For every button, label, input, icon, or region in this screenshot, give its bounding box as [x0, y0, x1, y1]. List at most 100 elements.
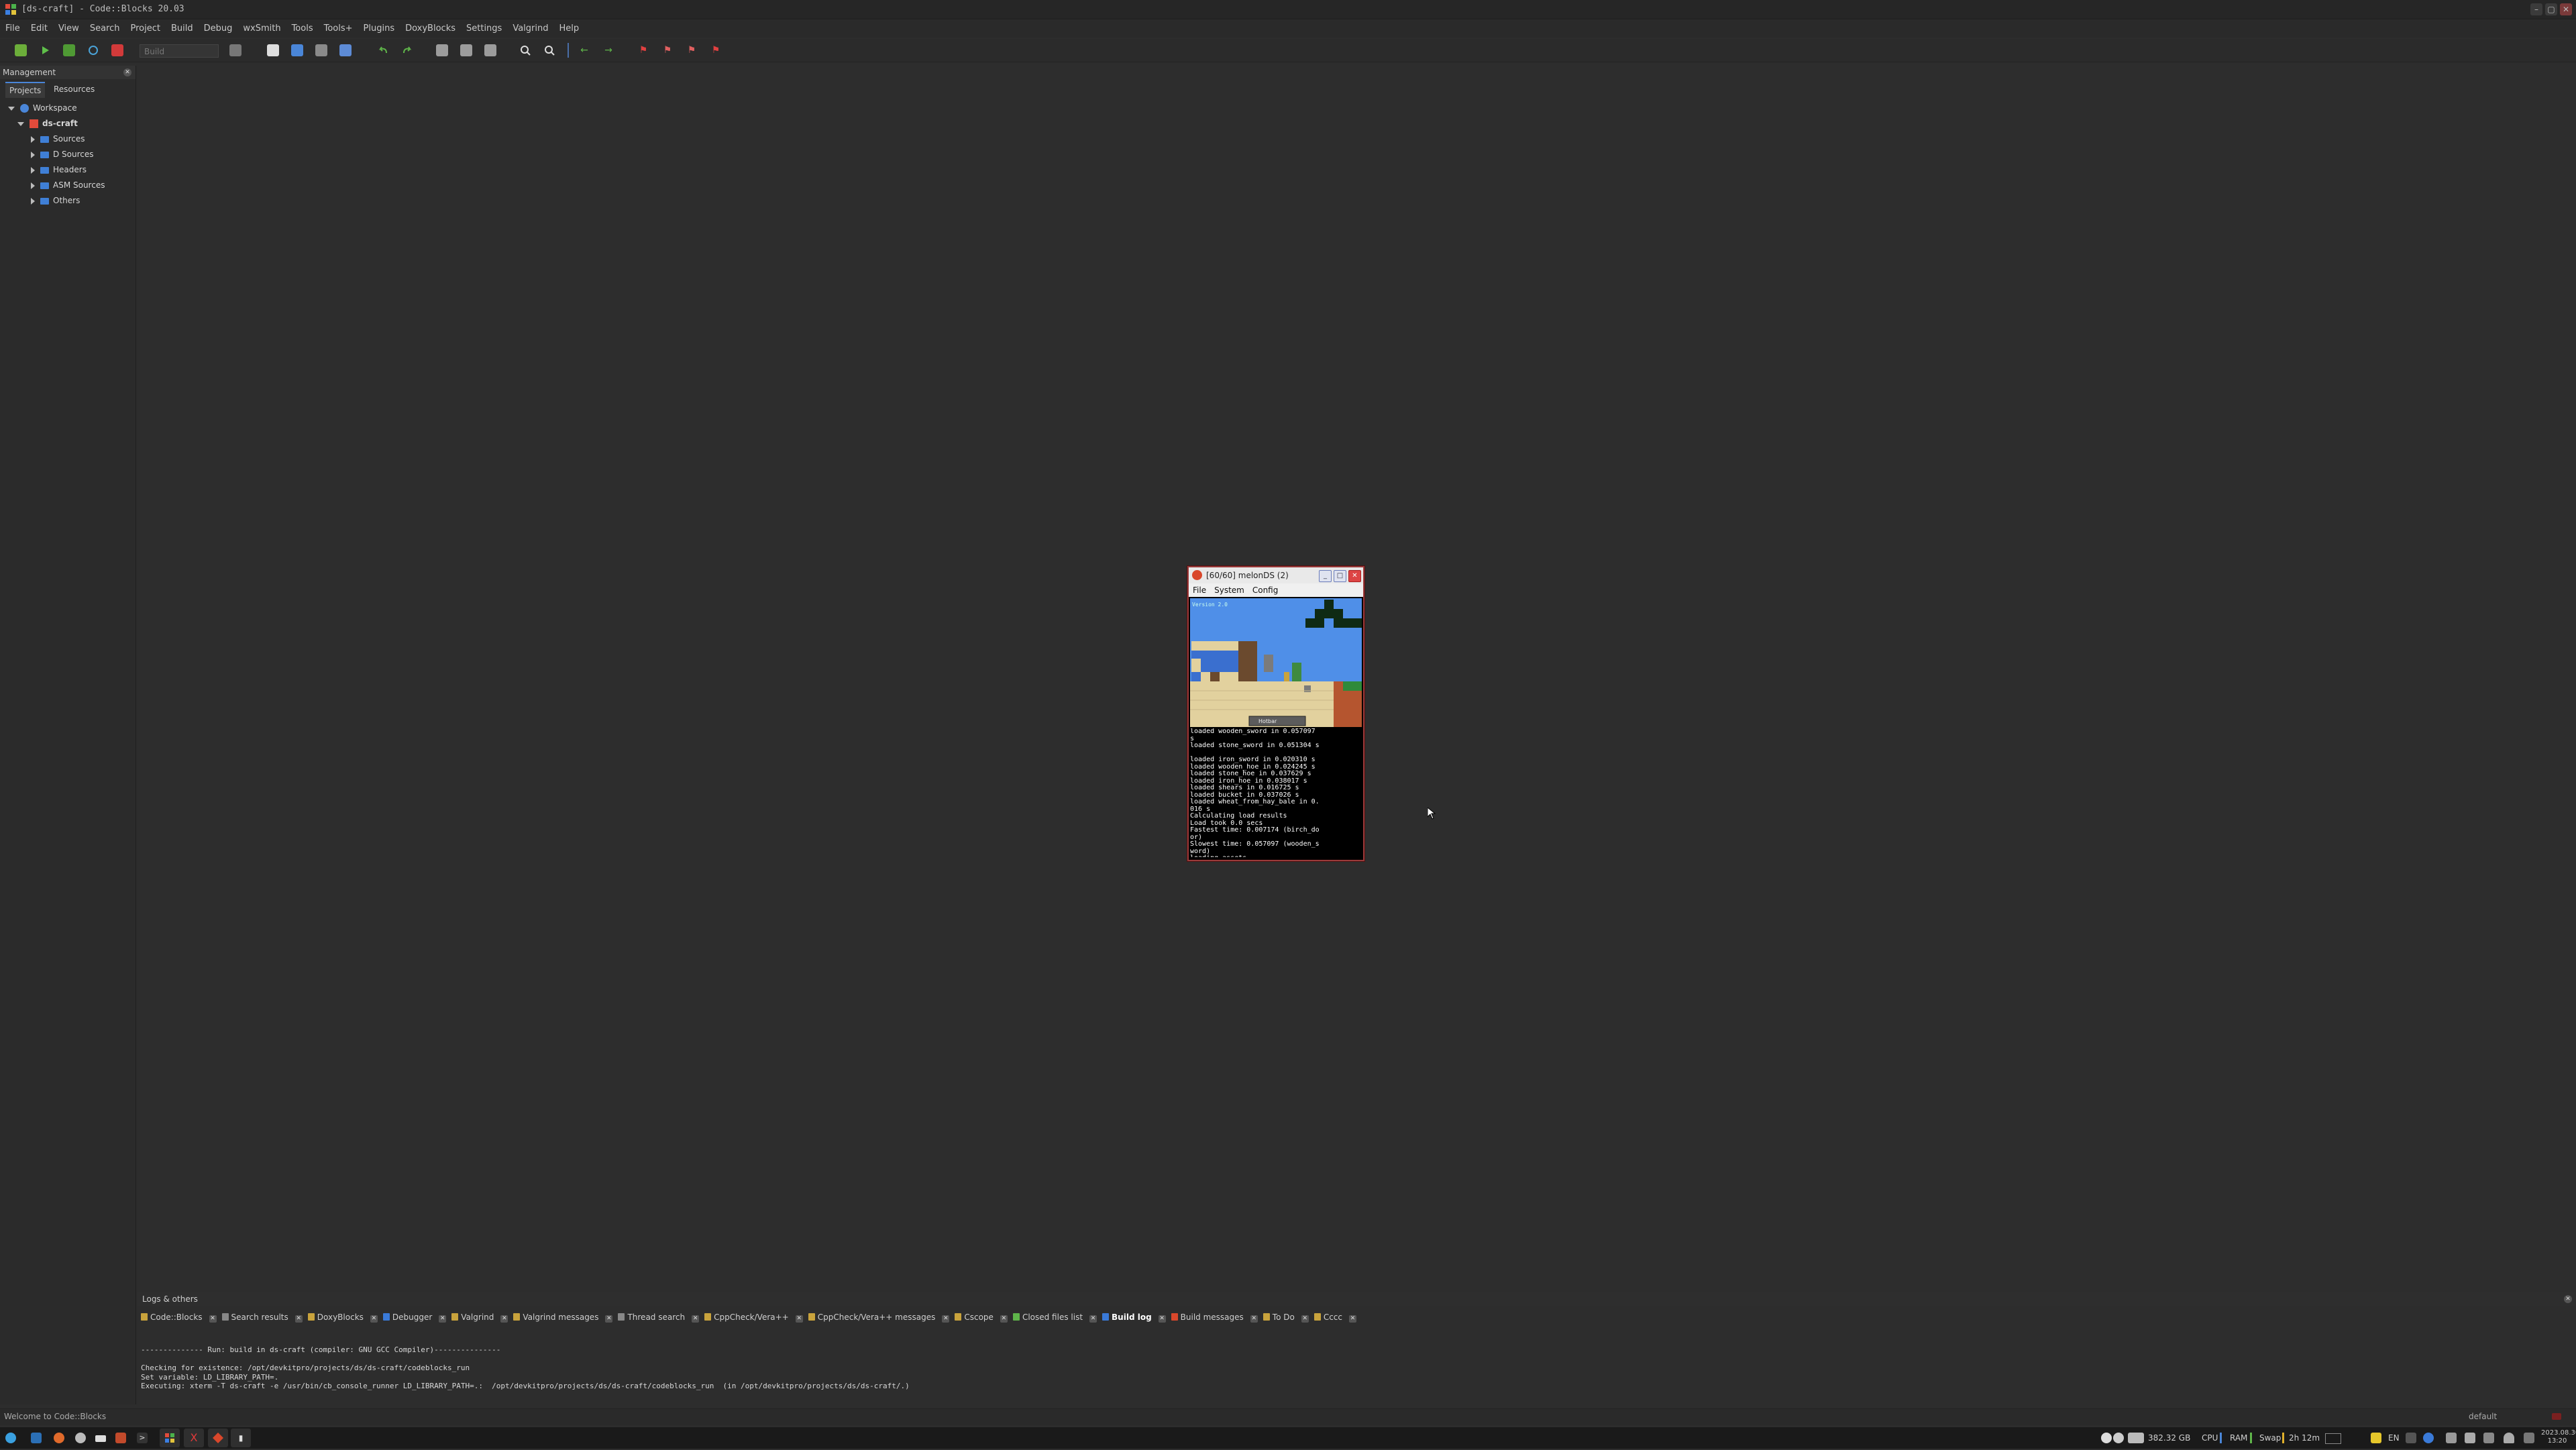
save-all-icon[interactable]: [339, 44, 352, 56]
redo-icon[interactable]: [401, 44, 413, 56]
logs-tab-search-results[interactable]: Search results ✕: [221, 1309, 303, 1325]
close-button[interactable]: ✕: [2560, 3, 2572, 15]
expand-icon[interactable]: [31, 151, 35, 158]
tab-projects[interactable]: Projects: [5, 82, 46, 98]
melonds-title-bar[interactable]: [60/60] melonDS (2) _ □ ✕: [1189, 567, 1363, 583]
bookmark-next-icon[interactable]: ⚑: [686, 44, 698, 56]
jump-back-icon[interactable]: ←: [578, 44, 590, 56]
menu-doxyblocks[interactable]: DoxyBlocks: [400, 20, 461, 38]
logs-tab-cppcheck-vera-messages[interactable]: CppCheck/Vera++ messages ✕: [808, 1309, 950, 1325]
build-gear-icon[interactable]: [15, 44, 27, 56]
wifi-icon[interactable]: [2524, 1433, 2534, 1443]
task-codeblocks[interactable]: [160, 1429, 180, 1447]
expand-icon[interactable]: [8, 106, 15, 111]
close-tab-icon[interactable]: ✕: [370, 1315, 378, 1323]
paste-icon[interactable]: [484, 44, 496, 56]
logs-tab-valgrind[interactable]: Valgrind ✕: [451, 1309, 508, 1325]
close-tab-icon[interactable]: ✕: [1250, 1315, 1258, 1323]
close-tab-icon[interactable]: ✕: [439, 1315, 447, 1323]
logs-tab-build-messages[interactable]: Build messages ✕: [1171, 1309, 1258, 1325]
close-tab-icon[interactable]: ✕: [1349, 1315, 1356, 1323]
menu-build[interactable]: Build: [166, 20, 199, 38]
task-terminal[interactable]: ▮: [231, 1429, 251, 1447]
close-tab-icon[interactable]: ✕: [605, 1315, 613, 1323]
bluetooth-icon[interactable]: [2423, 1433, 2434, 1443]
close-tab-icon[interactable]: ✕: [209, 1315, 217, 1323]
ds-top-screen[interactable]: Version 2.0 Hotbar: [1190, 598, 1362, 727]
network-icon[interactable]: [2406, 1433, 2416, 1443]
steam-icon[interactable]: [95, 1435, 106, 1442]
menu-project[interactable]: Project: [125, 20, 165, 38]
melonds-menu-file[interactable]: File: [1189, 583, 1210, 597]
tree-item-sources[interactable]: Sources: [8, 131, 136, 147]
tray-folder-icon[interactable]: [2371, 1433, 2381, 1443]
chromium-icon[interactable]: [75, 1433, 86, 1443]
tree-item-workspace[interactable]: Workspace: [8, 101, 136, 116]
close-tab-icon[interactable]: ✕: [942, 1315, 950, 1323]
menu-valgrind[interactable]: Valgrind: [507, 20, 553, 38]
close-tab-icon[interactable]: ✕: [1158, 1315, 1166, 1323]
start-menu-icon[interactable]: [5, 1433, 16, 1443]
clipboard-icon[interactable]: [2483, 1433, 2494, 1443]
task-melonds[interactable]: [208, 1429, 228, 1447]
notifications-icon[interactable]: [2504, 1433, 2514, 1443]
management-close-icon[interactable]: ✕: [123, 68, 131, 76]
close-tab-icon[interactable]: ✕: [294, 1315, 303, 1323]
logs-tab-thread-search[interactable]: Thread search ✕: [618, 1309, 700, 1325]
melonds-maximize-button[interactable]: □: [1334, 570, 1346, 582]
expand-icon[interactable]: [31, 166, 35, 174]
menu-tools-plus[interactable]: Tools+: [319, 20, 358, 38]
logs-tab-to-do[interactable]: To Do ✕: [1263, 1309, 1309, 1325]
tray-disk-icon[interactable]: [2101, 1433, 2112, 1443]
cut-icon[interactable]: [436, 44, 448, 56]
open-file-icon[interactable]: [291, 44, 303, 56]
maximize-button[interactable]: ▢: [2545, 3, 2557, 15]
jump-forward-icon[interactable]: →: [602, 44, 614, 56]
tray-usb-icon[interactable]: [2113, 1433, 2124, 1443]
battery-icon[interactable]: [2465, 1433, 2475, 1443]
show-desktop-icon[interactable]: [2325, 1433, 2341, 1444]
menu-settings[interactable]: Settings: [461, 20, 507, 38]
bookmark-toggle-icon[interactable]: ⚑: [637, 44, 649, 56]
close-tab-icon[interactable]: ✕: [692, 1315, 700, 1323]
bookmark-clear-icon[interactable]: ⚑: [710, 44, 722, 56]
menu-edit[interactable]: Edit: [25, 20, 53, 38]
close-tab-icon[interactable]: ✕: [500, 1315, 508, 1323]
melonds-minimize-button[interactable]: _: [1319, 570, 1332, 582]
logs-tab-closed-files-list[interactable]: Closed files list ✕: [1012, 1309, 1097, 1325]
close-tab-icon[interactable]: ✕: [1301, 1315, 1309, 1323]
expand-icon[interactable]: [31, 182, 35, 189]
logs-tab-debugger[interactable]: Debugger ✕: [382, 1309, 447, 1325]
logs-close-icon[interactable]: ✕: [2564, 1295, 2572, 1303]
rebuild-icon[interactable]: [87, 44, 99, 56]
menu-search[interactable]: Search: [85, 20, 125, 38]
find-icon[interactable]: [519, 44, 531, 56]
terminal-icon[interactable]: >: [137, 1433, 148, 1443]
melonds-menu-system[interactable]: System: [1210, 583, 1248, 597]
expand-icon[interactable]: [17, 121, 24, 126]
logs-tab-valgrind-messages[interactable]: Valgrind messages ✕: [513, 1309, 613, 1325]
new-file-icon[interactable]: [267, 44, 279, 56]
tree-item-headers[interactable]: Headers: [8, 162, 136, 178]
tray-drive-icon[interactable]: [2128, 1433, 2144, 1443]
clock[interactable]: 2023.08.30 13:20: [2541, 1429, 2576, 1445]
menu-wxsmith[interactable]: wxSmith: [237, 20, 286, 38]
menu-view[interactable]: View: [53, 20, 85, 38]
melonds-menu-config[interactable]: Config: [1248, 583, 1283, 597]
build-and-run-icon[interactable]: [63, 44, 75, 56]
logs-tab-cscope[interactable]: Cscope ✕: [955, 1309, 1008, 1325]
build-target-select[interactable]: Build: [140, 44, 219, 58]
melonds-window[interactable]: [60/60] melonDS (2) _ □ ✕ File System Conf…: [1187, 566, 1364, 861]
run-icon[interactable]: [39, 44, 51, 56]
volume-icon[interactable]: [2446, 1433, 2457, 1443]
minimize-button[interactable]: –: [2530, 3, 2542, 15]
abort-icon[interactable]: [111, 44, 123, 56]
target-settings-icon[interactable]: [229, 44, 241, 56]
menu-debug[interactable]: Debug: [199, 20, 238, 38]
task-xterm[interactable]: X: [184, 1429, 204, 1447]
tree-item-others[interactable]: Others: [8, 193, 136, 209]
logs-tab-build-log[interactable]: Build log ✕: [1102, 1309, 1166, 1325]
close-tab-icon[interactable]: ✕: [795, 1315, 803, 1323]
build-log-output[interactable]: -------------- Run: build in ds-craft (c…: [141, 1345, 2556, 1399]
logs-tab-code-blocks[interactable]: Code::Blocks ✕: [141, 1309, 217, 1325]
